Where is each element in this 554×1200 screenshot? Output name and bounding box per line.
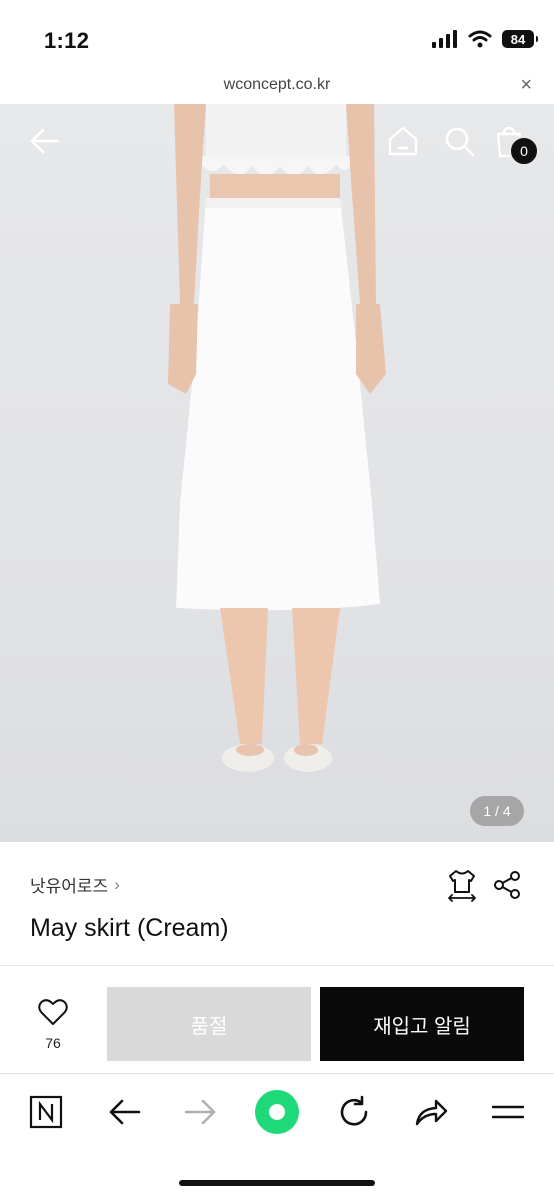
browser-toolbar (0, 1074, 554, 1200)
wifi-icon (468, 30, 492, 48)
green-dot-icon[interactable] (254, 1089, 300, 1135)
heart-icon[interactable] (38, 998, 68, 1026)
product-name: May skirt (Cream) (30, 914, 229, 942)
like-button[interactable]: 76 (30, 998, 76, 1054)
image-page-indicator: 1 / 4 (470, 796, 524, 826)
product-image[interactable]: 0 1 / 4 (0, 104, 554, 842)
url-text[interactable]: wconcept.co.kr (0, 76, 554, 94)
size-guide-icon[interactable] (446, 868, 478, 902)
home-icon[interactable] (386, 124, 420, 158)
signal-icon (432, 30, 457, 48)
back-arrow-icon[interactable] (28, 124, 62, 158)
chevron-right-icon: › (114, 874, 120, 894)
forward-icon[interactable] (181, 1092, 221, 1132)
share-icon[interactable] (492, 870, 522, 900)
brand-name[interactable]: 낫유어로즈 (30, 872, 108, 897)
brand-link[interactable]: 낫유어로즈 › (30, 872, 120, 897)
url-bar[interactable]: wconcept.co.kr × (0, 72, 554, 104)
restock-alert-button[interactable]: 재입고 알림 (320, 987, 524, 1061)
back-icon[interactable] (104, 1092, 144, 1132)
product-info: 낫유어로즈 › May skirt (Cream) (0, 842, 554, 966)
product-photo-figure (168, 104, 386, 772)
close-icon[interactable]: × (520, 74, 532, 97)
action-row: 76 품절 재입고 알림 (0, 966, 554, 1074)
status-bar: 1:12 84 (0, 0, 554, 72)
status-time: 1:12 (44, 28, 90, 53)
like-count: 76 (45, 1035, 61, 1051)
battery-indicator: 84 (502, 30, 538, 48)
home-indicator[interactable] (179, 1180, 375, 1186)
n-icon[interactable] (26, 1092, 66, 1132)
soldout-button[interactable]: 품절 (107, 987, 311, 1061)
search-icon[interactable] (442, 124, 476, 158)
reload-icon[interactable] (334, 1092, 374, 1132)
cart-count-badge: 0 (509, 136, 539, 166)
share-icon[interactable] (411, 1092, 451, 1132)
hero-nav: 0 (0, 104, 554, 184)
status-icons: 84 (432, 30, 538, 48)
menu-icon[interactable] (488, 1092, 528, 1132)
